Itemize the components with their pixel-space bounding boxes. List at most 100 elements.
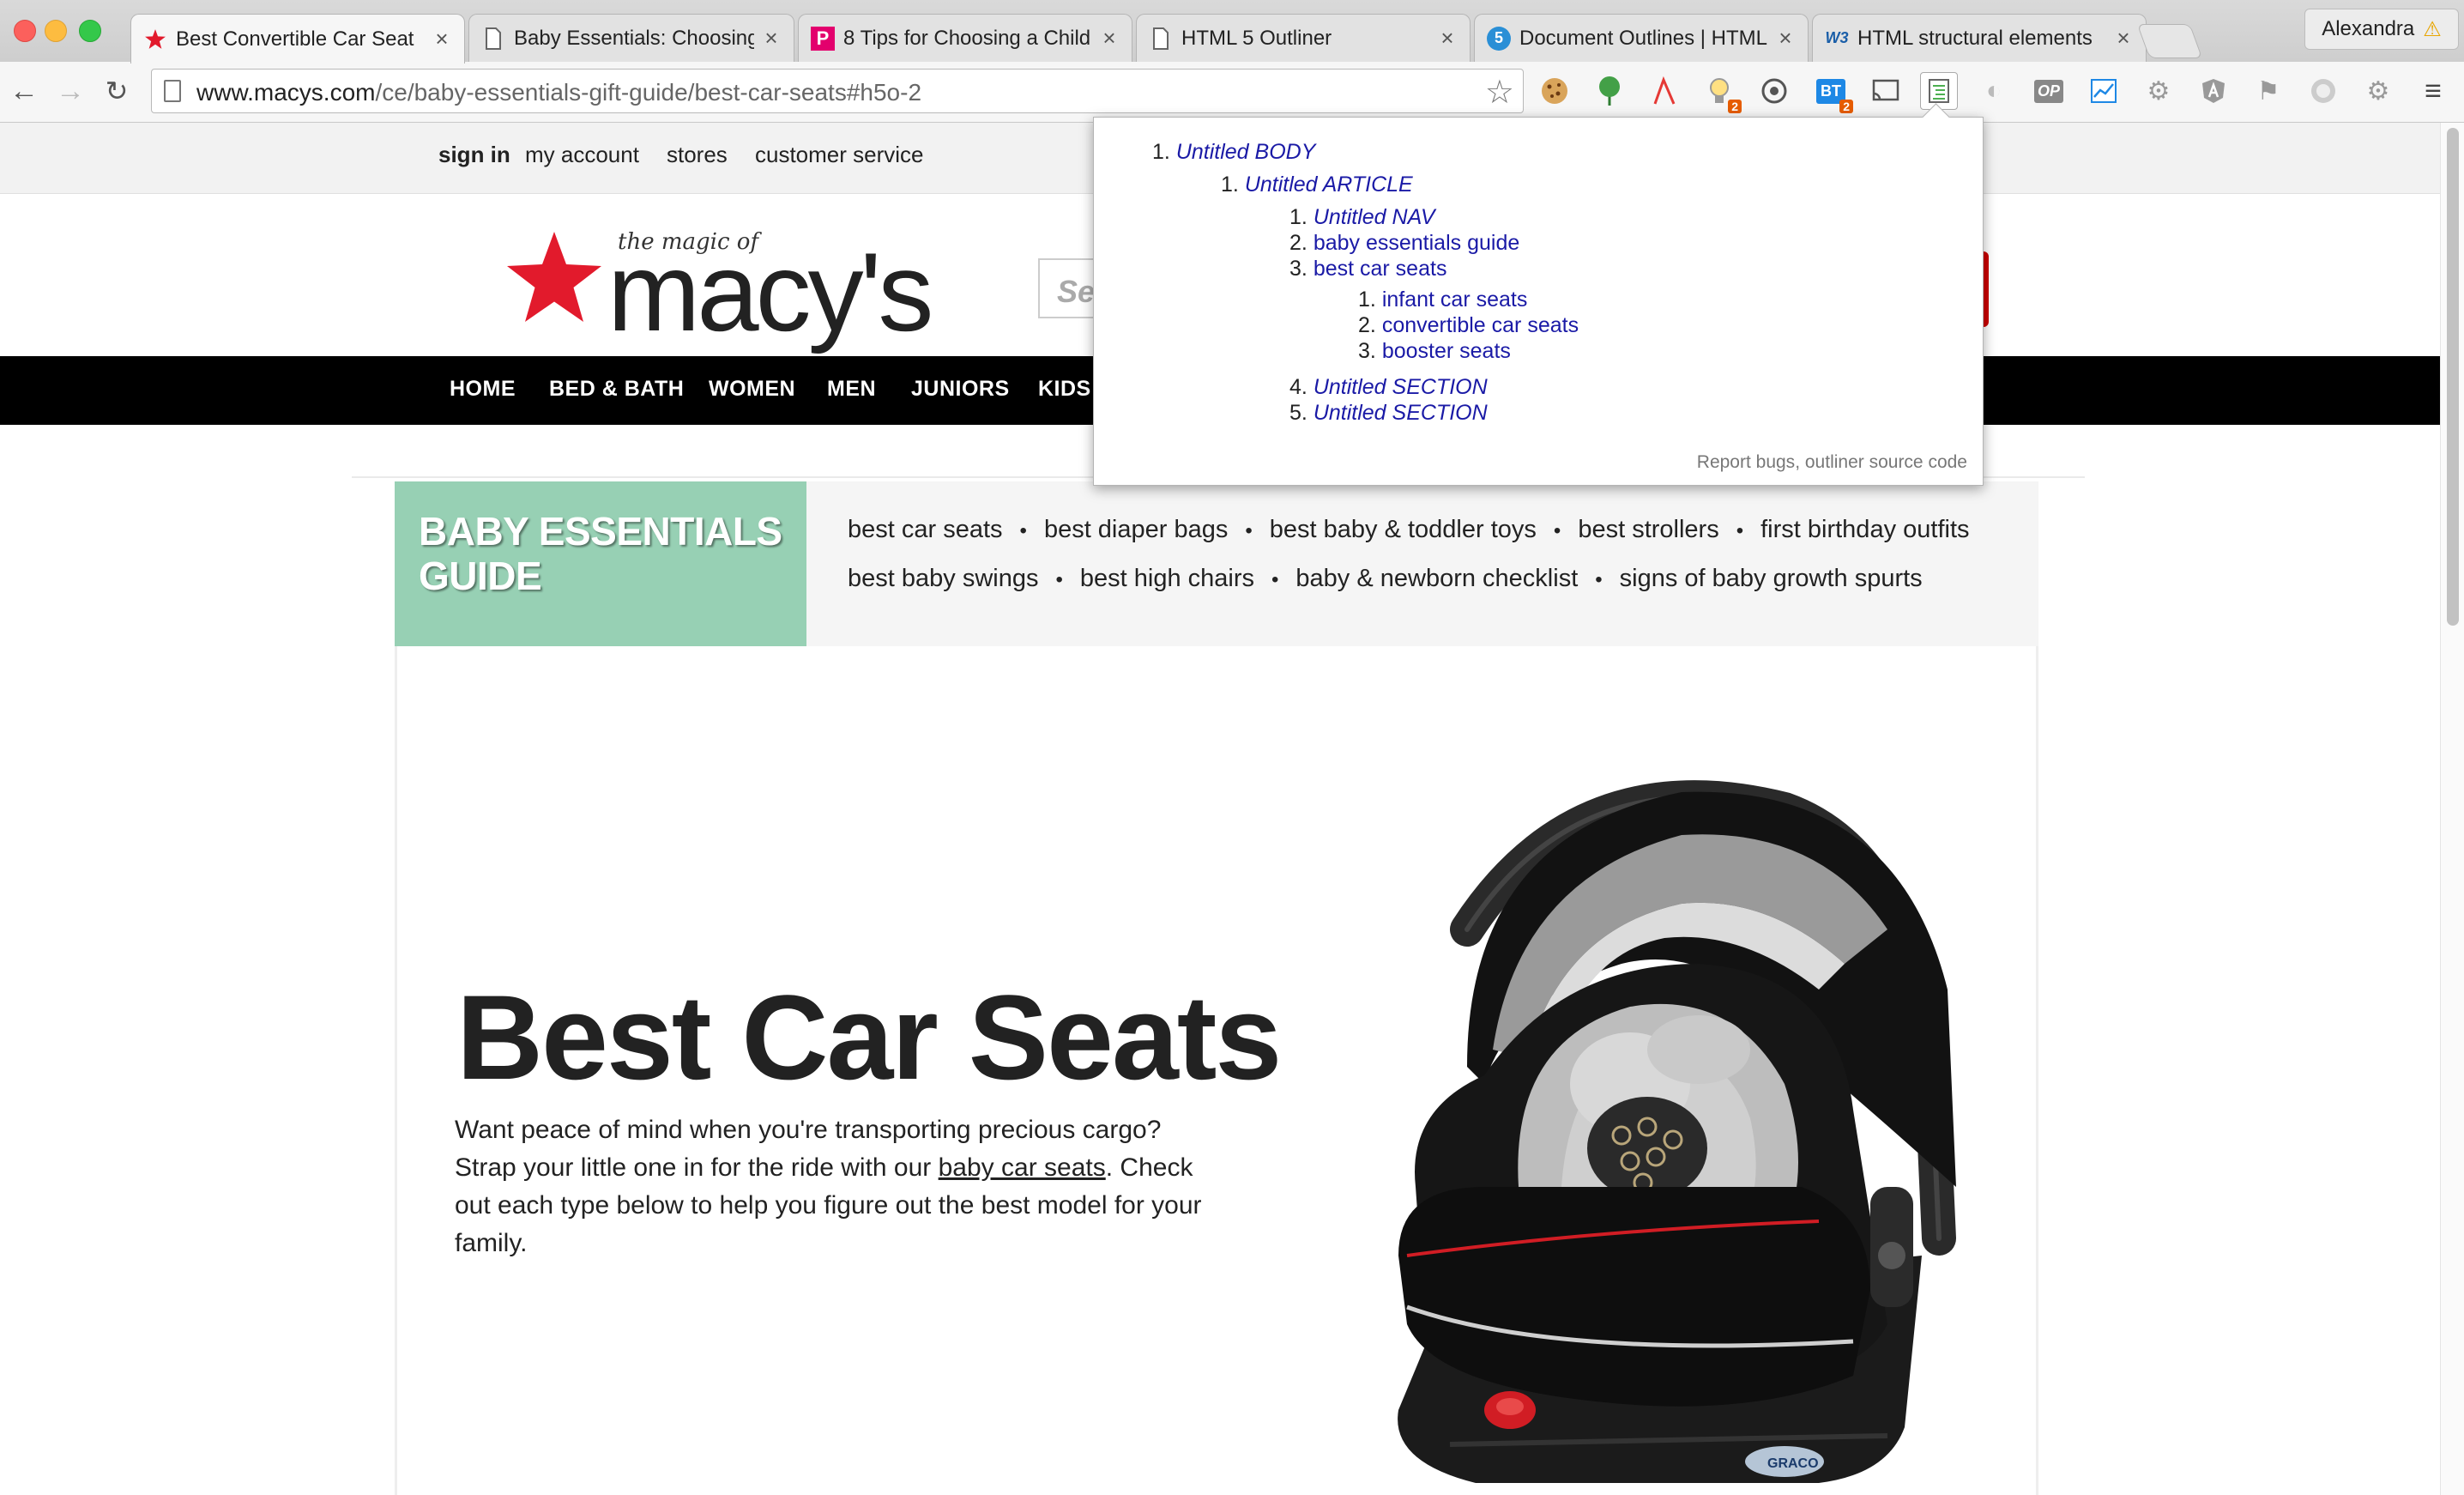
tab-8-tips[interactable]: P 8 Tips for Choosing a Child × xyxy=(798,14,1132,62)
car-seat-image: GRACO xyxy=(1398,780,1956,1483)
menu-hamburger-icon[interactable]: ≡ xyxy=(2414,72,2452,110)
flag-extension-icon[interactable]: ⚑ xyxy=(2250,72,2287,110)
outline-item[interactable]: 1. Untitled ARTICLE xyxy=(1221,172,1413,197)
my-account-link[interactable]: my account xyxy=(525,142,639,168)
tab-document-outlines[interactable]: 5 Document Outlines | HTML × xyxy=(1474,14,1809,62)
tab-best-convertible-car-seat[interactable]: Best Convertible Car Seat × xyxy=(130,14,465,64)
profile-name: Alexandra xyxy=(2322,17,2415,40)
window-close-button[interactable] xyxy=(14,20,36,42)
guide-link-best-strollers[interactable]: best strollers xyxy=(1578,516,1718,543)
sync-extension-icon[interactable] xyxy=(1755,72,1793,110)
graco-label: GRACO xyxy=(1767,1456,1819,1471)
outliner-footer: Report bugs, outliner source code xyxy=(1696,452,1967,472)
tab-title: 8 Tips for Choosing a Child xyxy=(843,26,1091,50)
window-maximize-button[interactable] xyxy=(79,20,101,42)
tab-title: Baby Essentials: Choosing xyxy=(514,26,754,50)
nav-bed-bath[interactable]: BED & BATH xyxy=(549,377,684,402)
guide-link-growth-spurts[interactable]: signs of baby growth spurts xyxy=(1620,565,1923,592)
bullet-separator: • xyxy=(1595,568,1603,591)
chart-extension-icon[interactable] xyxy=(2085,72,2123,110)
angular-extension-icon[interactable] xyxy=(2195,72,2232,110)
guide-links-row-2: best baby swings • best high chairs • baby &… xyxy=(848,565,2032,614)
outline-item[interactable]: 2. baby essentials guide xyxy=(1289,231,1519,256)
baby-essentials-guide-nav: BABY ESSENTIALS GUIDE best car seats • bes… xyxy=(395,481,2038,646)
close-icon[interactable]: × xyxy=(432,26,452,52)
tab-html-structural-elements[interactable]: W3 HTML structural elements × xyxy=(1812,14,2147,62)
guide-link-first-birthday-outfits[interactable]: first birthday outfits xyxy=(1760,516,1969,543)
tab-baby-essentials[interactable]: Baby Essentials: Choosing × xyxy=(468,14,794,62)
outline-item[interactable]: 2. convertible car seats xyxy=(1358,313,1579,338)
report-bugs-link[interactable]: Report bugs xyxy=(1697,452,1795,472)
bullet-separator: • xyxy=(1736,519,1744,542)
outline-item[interactable]: 1. Untitled BODY xyxy=(1152,140,1315,165)
bullet-separator: • xyxy=(1553,519,1561,542)
lightbulb-extension-icon[interactable]: 2 xyxy=(1700,72,1742,113)
outline-item[interactable]: 3. booster seats xyxy=(1358,339,1511,364)
new-tab-button[interactable] xyxy=(2136,24,2203,58)
outline-item[interactable]: 5. Untitled SECTION xyxy=(1289,401,1488,426)
lambda-extension-icon[interactable] xyxy=(1646,72,1683,110)
guide-link-best-high-chairs[interactable]: best high chairs xyxy=(1080,565,1254,592)
nav-kids[interactable]: KIDS xyxy=(1038,377,1091,402)
guide-link-best-toys[interactable]: best baby & toddler toys xyxy=(1270,516,1537,543)
em-extension-icon[interactable] xyxy=(2304,72,2342,110)
profile-button[interactable]: Alexandra ⚠ xyxy=(2304,9,2459,50)
guide-badge[interactable]: BABY ESSENTIALS GUIDE xyxy=(395,481,806,646)
p-logo-icon: P xyxy=(811,26,835,51)
swirl-extension-icon[interactable]: ◐ xyxy=(1975,72,2013,110)
intro-paragraph: Want peace of mind when you're transport… xyxy=(455,1116,1202,1257)
guide-link-best-baby-swings[interactable]: best baby swings xyxy=(848,565,1038,592)
tab-html5-outliner[interactable]: HTML 5 Outliner × xyxy=(1136,14,1471,62)
gear-extension-icon[interactable]: ⚙ xyxy=(2140,72,2177,110)
warning-icon: ⚠ xyxy=(2423,17,2442,41)
search-placeholder: Se xyxy=(1057,274,1096,309)
nav-women[interactable]: WOMEN xyxy=(709,377,795,402)
nav-men[interactable]: MEN xyxy=(827,377,876,402)
tab-strip: Best Convertible Car Seat × Baby Essenti… xyxy=(0,0,2464,64)
close-icon[interactable]: × xyxy=(1099,25,1120,51)
close-icon[interactable]: × xyxy=(1437,25,1458,51)
browser-toolbar: ← → ↻ www.macys.com/ce/baby-essentials-g… xyxy=(0,62,2464,123)
baby-car-seats-link[interactable]: baby car seats xyxy=(939,1153,1106,1182)
sign-in-link[interactable]: sign in xyxy=(438,142,510,168)
bullet-separator: • xyxy=(1019,519,1027,542)
outline-item[interactable]: 4. Untitled SECTION xyxy=(1289,375,1488,400)
guide-link-best-diaper-bags[interactable]: best diaper bags xyxy=(1044,516,1228,543)
guide-link-best-car-seats[interactable]: best car seats xyxy=(848,516,1003,543)
scrollbar-thumb[interactable] xyxy=(2447,128,2459,626)
guide-link-newborn-checklist[interactable]: baby & newborn checklist xyxy=(1295,565,1578,592)
op-extension-icon[interactable]: OP xyxy=(2030,72,2068,110)
close-icon[interactable]: × xyxy=(761,25,782,51)
forward-arrow-icon[interactable]: → xyxy=(53,74,88,108)
w3-logo-icon: W3 xyxy=(1825,29,1849,46)
back-arrow-icon[interactable]: ← xyxy=(7,74,41,108)
outline-item[interactable]: 1. Untitled NAV xyxy=(1289,205,1435,230)
address-bar[interactable]: www.macys.com/ce/baby-essentials-gift-gu… xyxy=(151,69,1524,113)
nav-juniors[interactable]: JUNIORS xyxy=(911,377,1010,402)
bullet-separator: • xyxy=(1271,568,1279,591)
bookmark-star-icon[interactable]: ☆ xyxy=(1485,73,1514,112)
outline-item[interactable]: 3. best car seats xyxy=(1289,257,1446,281)
green-pin-extension-icon[interactable] xyxy=(1591,72,1628,110)
window-minimize-button[interactable] xyxy=(45,20,67,42)
bt-extension-icon[interactable]: BT 2 xyxy=(1812,72,1853,113)
tab-title: Document Outlines | HTML xyxy=(1519,26,1767,50)
macys-star-logo-icon xyxy=(507,232,601,322)
page-scrollbar[interactable] xyxy=(2440,123,2464,1495)
bullet-separator: • xyxy=(1245,519,1253,542)
close-icon[interactable]: × xyxy=(2113,25,2134,51)
nav-home[interactable]: HOME xyxy=(450,377,516,402)
cast-icon[interactable] xyxy=(1867,72,1905,110)
guide-title-line2: GUIDE xyxy=(419,554,542,598)
close-icon[interactable]: × xyxy=(1775,25,1796,51)
url-text[interactable]: www.macys.com/ce/baby-essentials-gift-gu… xyxy=(196,79,921,106)
outline-item[interactable]: 1. infant car seats xyxy=(1358,288,1527,312)
outliner-source-code-link[interactable]: outliner source code xyxy=(1805,452,1967,472)
macys-logo[interactable]: the magic of macy's xyxy=(503,210,966,348)
html5-outliner-extension-icon[interactable] xyxy=(1920,72,1958,110)
cookie-extension-icon[interactable] xyxy=(1536,72,1573,110)
stores-link[interactable]: stores xyxy=(667,142,728,168)
reload-icon[interactable]: ↻ xyxy=(100,74,134,108)
customer-service-link[interactable]: customer service xyxy=(755,142,924,168)
settings-gear-icon[interactable]: ⚙ xyxy=(2359,72,2397,110)
